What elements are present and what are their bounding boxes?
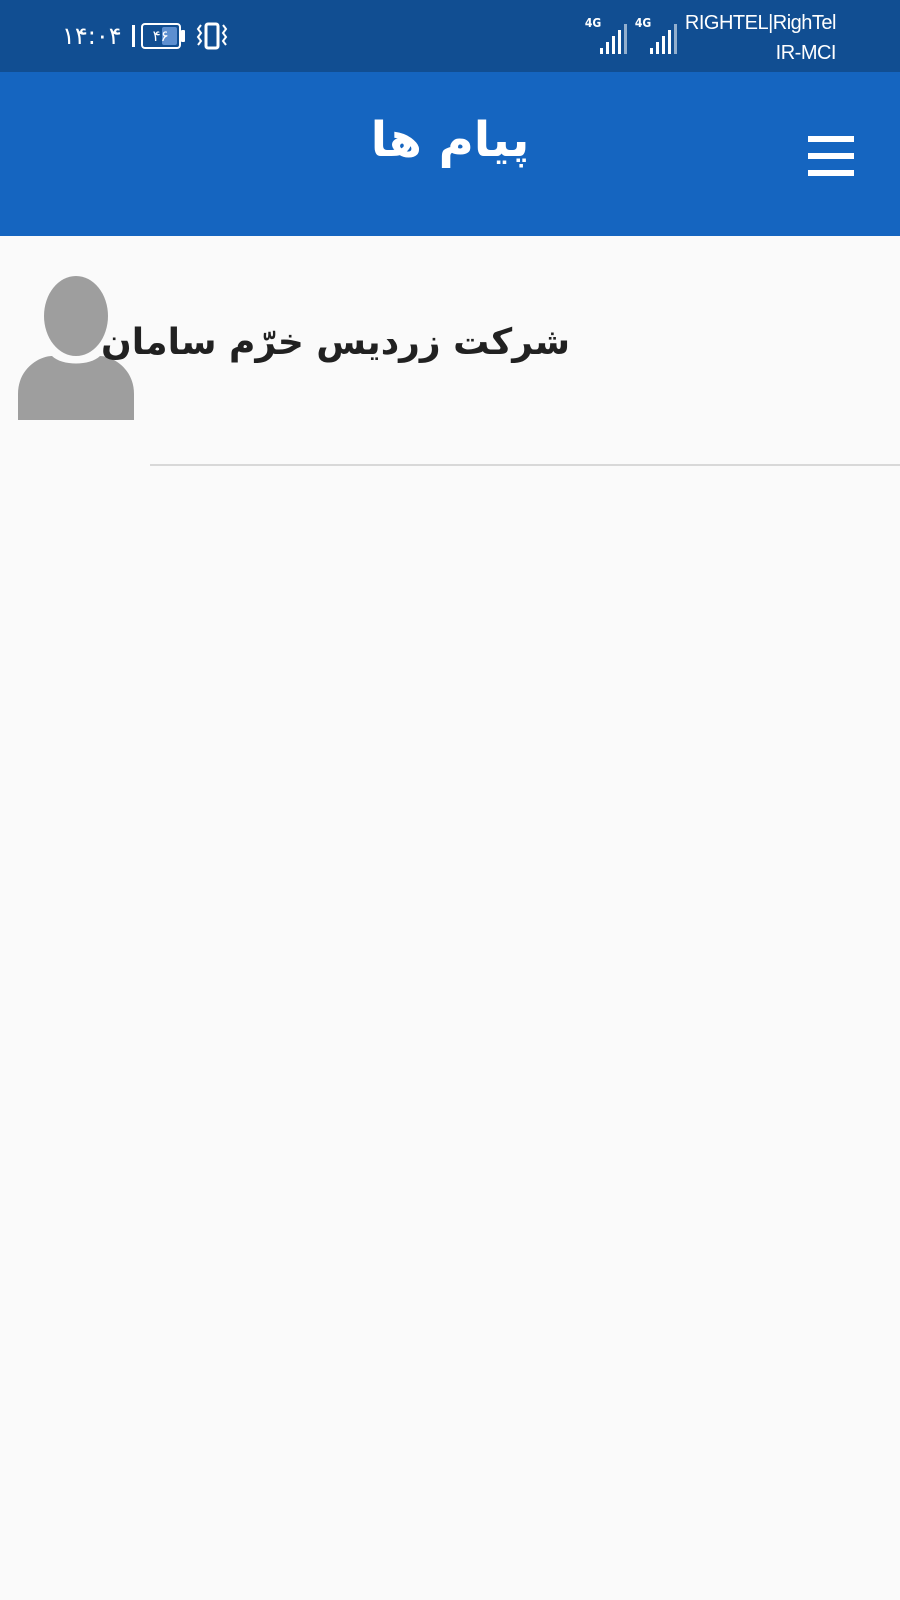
- signal-bars: [599, 24, 627, 54]
- signal-bar: [617, 30, 621, 54]
- signal-icon: 4G: [635, 16, 677, 54]
- signal-bar: [623, 24, 627, 54]
- status-clock: ۱۴:۰۴: [62, 22, 122, 50]
- battery-body: ۴۶: [140, 23, 181, 49]
- signal-bars: [649, 24, 677, 54]
- signal-bar: [599, 48, 603, 54]
- divider: [150, 464, 900, 466]
- hamburger-menu-icon[interactable]: [808, 136, 854, 176]
- list-item[interactable]: شرکت زردیس خرّم سامان: [0, 236, 900, 466]
- network-type: 4G: [634, 16, 652, 30]
- carrier-secondary: IR-MCI: [775, 42, 837, 64]
- signal-bar: [673, 24, 677, 54]
- signal-bar: [605, 42, 609, 54]
- battery-divider: [131, 25, 135, 47]
- conversation-title: شرکت زردیس خرّم سامان: [101, 322, 570, 363]
- signal-bar: [661, 36, 665, 54]
- signal-bar: [649, 48, 653, 54]
- carrier-names: RIGHTEL|RighTel IR-MCI: [684, 8, 837, 68]
- signal-bar: [611, 36, 615, 54]
- network-type: 4G: [584, 16, 602, 30]
- status-bar: ۱۴:۰۴ ۴۶ 4G 4G RIGHTEL|RighTel IR-MCI: [0, 0, 900, 72]
- menu-line: [808, 170, 854, 176]
- battery-cap: [180, 30, 185, 42]
- carrier-primary: RIGHTEL|RighTel: [684, 12, 837, 34]
- status-right-group: 4G 4G RIGHTEL|RighTel IR-MCI: [585, 8, 837, 68]
- conversation-list: شرکت زردیس خرّم سامان: [0, 236, 900, 466]
- vibrate-icon: [196, 21, 228, 51]
- page-title: پیام ها: [370, 112, 530, 168]
- app-bar: پیام ها: [0, 72, 900, 236]
- signal-bar: [667, 30, 671, 54]
- signal-icon: 4G: [585, 16, 627, 54]
- status-left-group: ۱۴:۰۴ ۴۶: [62, 18, 228, 54]
- menu-line: [808, 136, 854, 142]
- battery-icon: ۴۶: [131, 23, 186, 49]
- battery-level: ۴۶: [152, 27, 169, 45]
- menu-line: [808, 153, 854, 159]
- signal-bar: [655, 42, 659, 54]
